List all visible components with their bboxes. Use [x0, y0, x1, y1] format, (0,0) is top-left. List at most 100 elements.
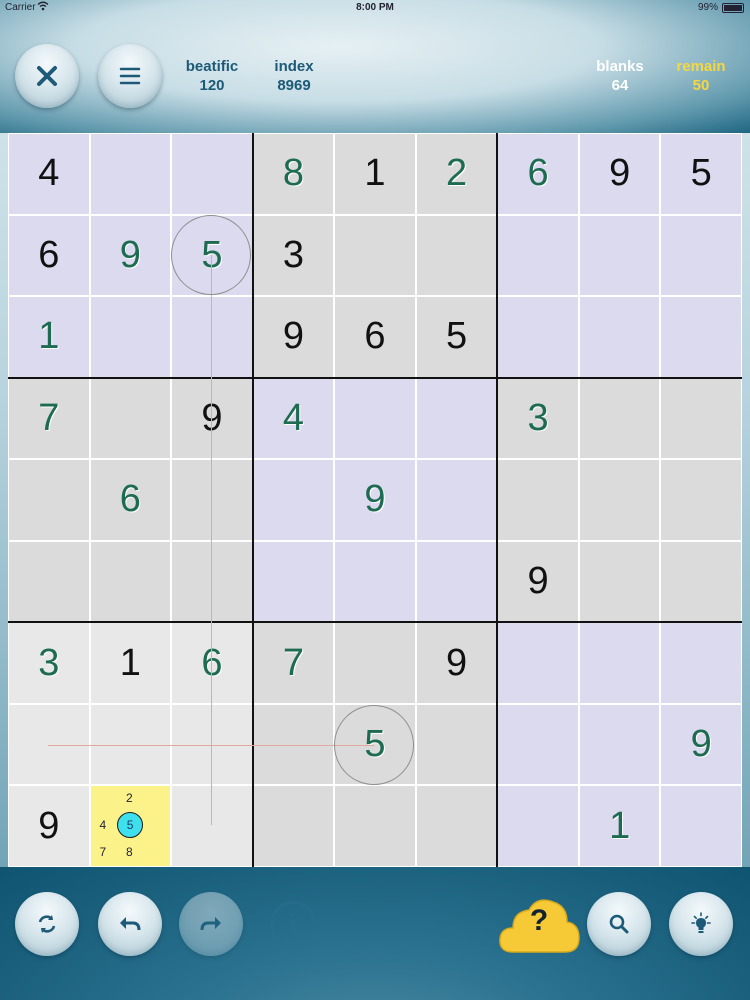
board-cell[interactable]: [497, 703, 579, 786]
board-cell[interactable]: [578, 622, 661, 704]
board-cell[interactable]: [660, 296, 742, 378]
board-cell[interactable]: 4: [252, 377, 335, 460]
hint-cloud-button[interactable]: ?: [497, 894, 581, 956]
board-cell[interactable]: [497, 459, 579, 541]
box-divider: [496, 133, 499, 867]
board-cell[interactable]: [578, 459, 661, 541]
stat-value: 8969: [277, 77, 311, 94]
board-cell[interactable]: [8, 540, 90, 623]
board-cell[interactable]: [660, 622, 742, 704]
board-cell[interactable]: [252, 459, 335, 541]
board-cell[interactable]: 7: [252, 622, 335, 704]
board-cell[interactable]: [89, 296, 172, 378]
board-cell[interactable]: [252, 785, 335, 867]
board-cell[interactable]: [89, 377, 172, 460]
board-cell[interactable]: 8: [252, 133, 335, 215]
board-cell[interactable]: [578, 540, 661, 623]
candidate-digit: 8: [126, 845, 133, 860]
board-cell[interactable]: [415, 703, 498, 786]
board-cell[interactable]: 5: [415, 296, 498, 378]
board-cell[interactable]: [334, 377, 416, 460]
board-cell[interactable]: [171, 133, 253, 215]
board-cell[interactable]: [660, 540, 742, 623]
redo-button[interactable]: [179, 892, 243, 956]
board-cell[interactable]: [497, 296, 579, 378]
board-cell[interactable]: [660, 377, 742, 460]
stat-remain: remain 50: [665, 57, 737, 95]
board-cell[interactable]: [497, 785, 579, 867]
board-cell[interactable]: 3: [497, 377, 579, 460]
board-cell[interactable]: 9: [497, 540, 579, 623]
board-cell[interactable]: [415, 459, 498, 541]
board-cell[interactable]: [334, 214, 416, 297]
board-cell[interactable]: 9: [252, 296, 335, 378]
given-digit: 6: [38, 233, 60, 276]
board-cell[interactable]: [415, 214, 498, 297]
board-cell[interactable]: [415, 377, 498, 460]
board-cell[interactable]: 3: [252, 214, 335, 297]
entered-digit: 2: [445, 152, 468, 195]
board-cell[interactable]: [334, 540, 416, 623]
board-cell[interactable]: [415, 540, 498, 623]
board-cell[interactable]: [578, 214, 661, 297]
menu-button[interactable]: [98, 44, 162, 108]
board-cell[interactable]: 6: [334, 296, 416, 378]
entered-digit: 6: [527, 152, 549, 195]
board-cell[interactable]: [578, 296, 661, 378]
entered-digit: 8: [282, 152, 304, 195]
board-cell[interactable]: 9: [334, 459, 416, 541]
undo-icon: [120, 917, 141, 931]
board-cell[interactable]: 1: [334, 133, 416, 215]
board-cell[interactable]: [578, 703, 661, 786]
board-cell[interactable]: 6: [89, 459, 172, 541]
undo-button[interactable]: [98, 892, 162, 956]
stat-blanks: blanks 64: [584, 57, 656, 95]
lightbulb-button[interactable]: [669, 892, 733, 956]
battery-percent: 99%: [697, 2, 718, 13]
board-cell[interactable]: 4: [8, 133, 90, 215]
board-cell[interactable]: [89, 540, 172, 623]
board-cell[interactable]: 3: [8, 622, 90, 704]
board-cell[interactable]: 1: [578, 785, 661, 867]
board-cell[interactable]: 5: [660, 133, 742, 215]
board-cell[interactable]: 9: [8, 785, 90, 867]
candidate-digit: 7: [99, 845, 107, 860]
board-cell[interactable]: 9: [578, 133, 661, 215]
board-cell[interactable]: 9: [415, 622, 498, 704]
row-guide-line: [48, 745, 374, 746]
search-button[interactable]: [587, 892, 651, 956]
board-cell[interactable]: [8, 459, 90, 541]
board-cell[interactable]: [497, 214, 579, 297]
entered-digit: 7: [282, 641, 304, 684]
given-digit: 9: [38, 804, 60, 847]
board-cell[interactable]: 2: [415, 133, 498, 215]
board-cell[interactable]: [660, 214, 742, 297]
board-cell[interactable]: [89, 133, 172, 215]
redo-icon: [200, 917, 221, 931]
entered-digit: 7: [38, 396, 60, 439]
board-cell[interactable]: [334, 622, 416, 704]
board-cell[interactable]: [334, 785, 416, 867]
board-cell[interactable]: [660, 785, 742, 867]
board-cell[interactable]: 6: [497, 133, 579, 215]
refresh-icon: [38, 915, 56, 933]
board-cell[interactable]: [578, 377, 661, 460]
board-cell[interactable]: [252, 540, 335, 623]
status-bar: Carrier 8:00 PM 99%: [0, 0, 750, 16]
board-cell[interactable]: [415, 785, 498, 867]
board-cell[interactable]: 6: [8, 214, 90, 297]
stat-label: remain: [676, 58, 726, 75]
info-button[interactable]: i: [270, 901, 316, 947]
board-cell[interactable]: [497, 622, 579, 704]
refresh-button[interactable]: [15, 892, 79, 956]
board-cell[interactable]: 1: [89, 622, 172, 704]
board-cell[interactable]: 9: [89, 214, 172, 297]
stat-beatific: beatific 120: [176, 57, 248, 95]
close-button[interactable]: [15, 44, 79, 108]
board-cell[interactable]: 7: [8, 377, 90, 460]
box-divider: [251, 133, 254, 867]
board-cell[interactable]: 9: [660, 703, 742, 786]
board-cell[interactable]: 1: [8, 296, 90, 378]
board-cell[interactable]: [660, 459, 742, 541]
entered-digit: 1: [38, 315, 60, 358]
